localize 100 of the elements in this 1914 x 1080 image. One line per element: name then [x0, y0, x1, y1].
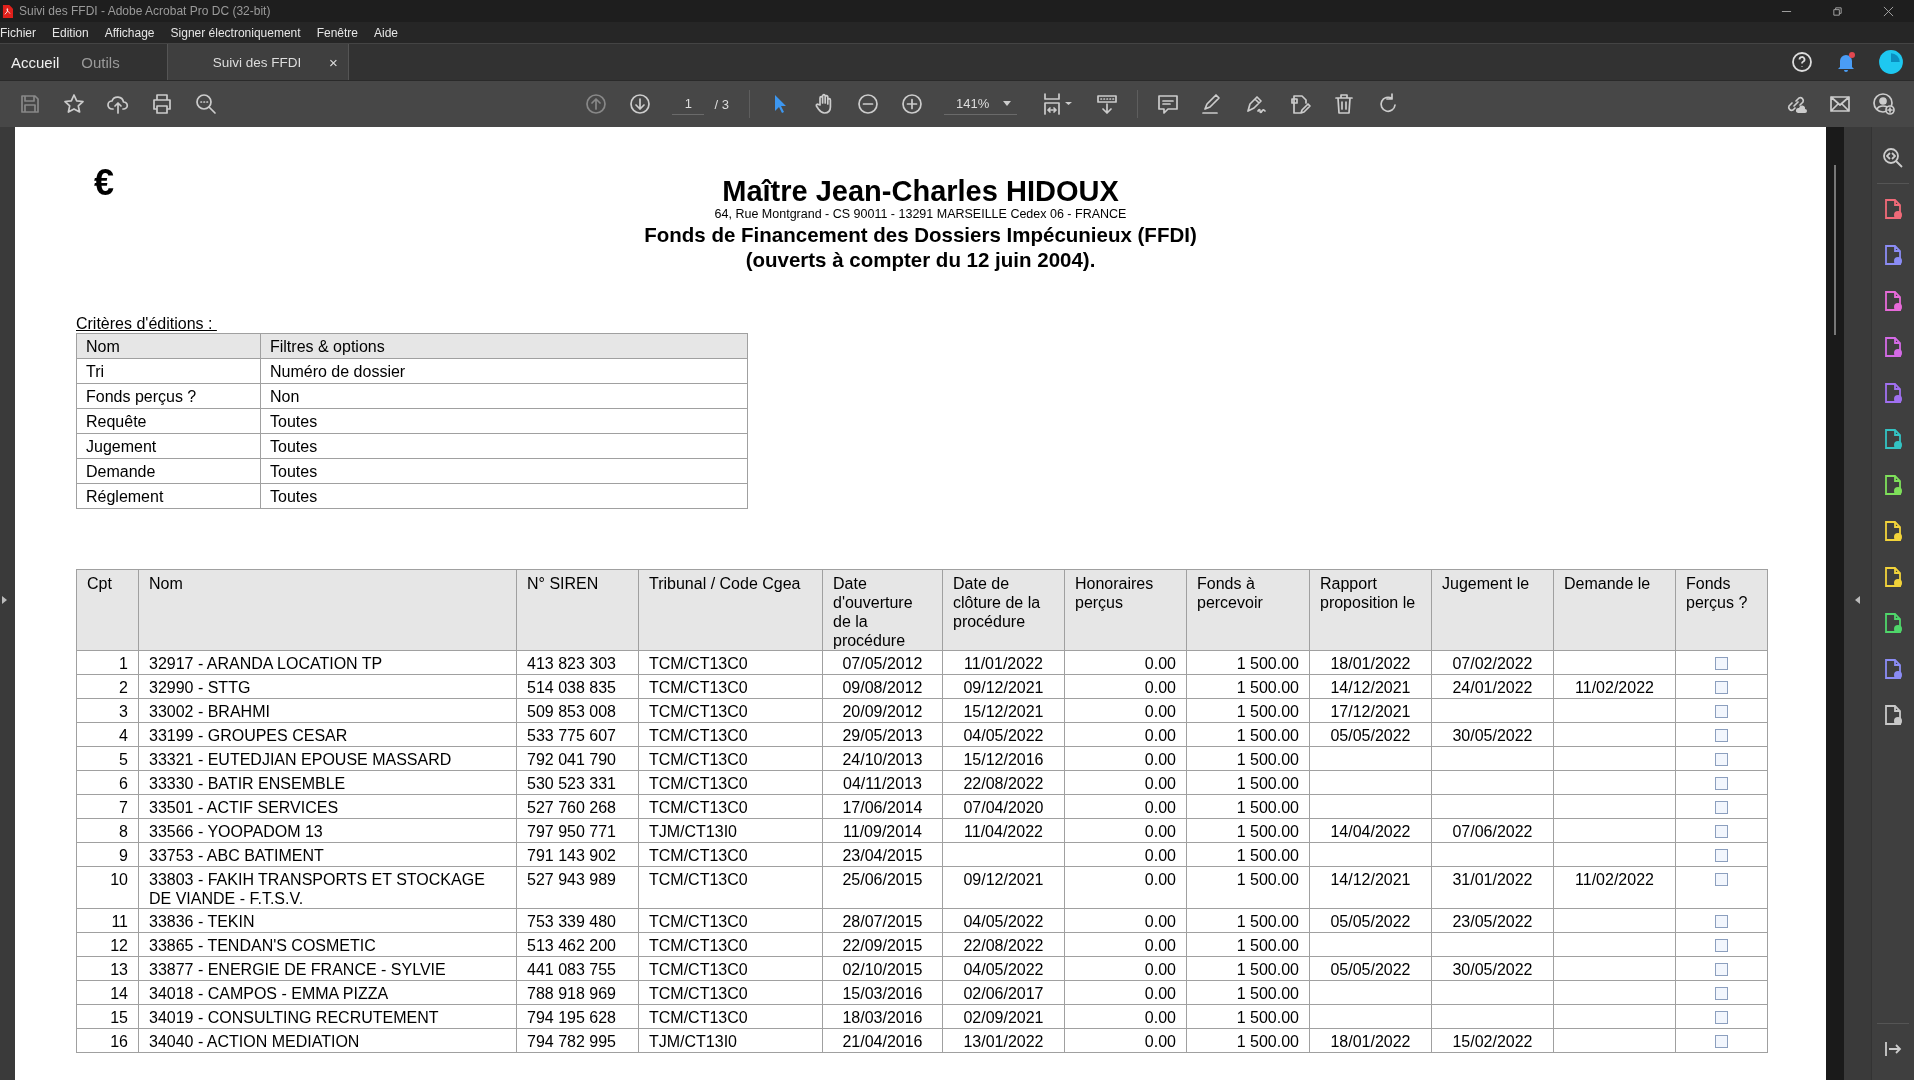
table-cell: TJM/CT13I0 [649, 823, 737, 840]
table-cell: 02/10/2015 [842, 961, 923, 978]
table-cell: Tri [76, 358, 261, 384]
criteria-heading: Critères d'éditions : [76, 314, 214, 333]
zoom-value[interactable]: 141% [955, 96, 990, 111]
search-icon[interactable] [194, 92, 218, 116]
checkbox[interactable] [1715, 704, 1728, 718]
table-cell: 0.00 [1144, 823, 1176, 840]
checkbox[interactable] [1715, 824, 1728, 838]
checkbox[interactable] [1715, 986, 1728, 1000]
print-icon[interactable] [150, 92, 174, 116]
scrollbar[interactable] [1826, 127, 1845, 1080]
table-cell: 6 [119, 775, 128, 792]
table-cell: 15 [110, 1009, 128, 1026]
table-cell: 11 [111, 913, 128, 930]
table-cell: 34040 - ACTION MEDIATION [149, 1033, 360, 1050]
nav-tab[interactable]: Accueil [0, 44, 71, 80]
table-cell: 530 523 331 [527, 775, 616, 792]
checkbox[interactable] [1715, 800, 1728, 814]
column-header: Date de clôture de la procédure [942, 569, 1065, 651]
checkbox[interactable] [1715, 938, 1728, 952]
column-header: Date d'ouverture de la procédure [822, 569, 943, 651]
expand-arrow-icon[interactable] [2, 595, 7, 604]
table-cell: 1 500.00 [1236, 775, 1299, 792]
column-header: Fonds à percevoir [1186, 569, 1310, 651]
table-cell: 33803 - FAKIH TRANSPORTS ET STOCKAGE DE VIANDE - F.T.S.V. [149, 871, 485, 907]
zoom-out-icon[interactable] [855, 92, 880, 116]
checkbox[interactable] [1715, 728, 1728, 742]
document-tab-label[interactable]: Suivi des FFDI [212, 54, 329, 70]
table-cell: TCM/CT13C0 [649, 751, 748, 768]
table-cell: TCM/CT13C0 [649, 727, 748, 744]
menu-item[interactable]: Signer électroniquement [162, 25, 309, 40]
table-cell: 13/01/2022 [963, 1033, 1044, 1050]
page-number-field[interactable]: 1 [672, 93, 705, 115]
table-cell: 25/06/2015 [842, 871, 923, 888]
checkbox[interactable] [1715, 872, 1728, 886]
zoom-tool-icon[interactable] [1881, 146, 1905, 170]
zoom-in-icon[interactable] [899, 92, 924, 116]
table-cell: 09/12/2021 [963, 679, 1044, 696]
save-icon[interactable] [18, 92, 42, 116]
menu-item[interactable]: Fichier [0, 25, 44, 40]
checkbox[interactable] [1715, 1010, 1728, 1024]
table-cell: Toutes [260, 458, 748, 484]
edit-file-icon[interactable] [1288, 92, 1313, 116]
zoom-dropdown[interactable]: 141% [943, 93, 1018, 115]
table-cell: 17/12/2021 [1330, 703, 1411, 720]
checkbox[interactable] [1715, 776, 1728, 790]
avatar-icon[interactable] [1878, 49, 1904, 75]
table-cell: 10 [110, 871, 128, 888]
page-up-icon[interactable] [584, 92, 609, 116]
tab-close-button[interactable]: × [328, 53, 338, 71]
menu-item[interactable]: Aide [366, 25, 406, 40]
checkbox[interactable] [1715, 656, 1728, 670]
help-icon[interactable] [1790, 50, 1814, 74]
table-cell: 14/12/2021 [1330, 871, 1411, 888]
table-cell: TJM/CT13I0 [649, 1033, 737, 1050]
menu-item[interactable]: Edition [44, 25, 97, 40]
table-cell: 0.00 [1144, 679, 1176, 696]
table-cell: 16 [110, 1033, 128, 1050]
table-cell: 8 [119, 823, 128, 840]
table-cell: 1 500.00 [1236, 1009, 1299, 1026]
keyboard-download-icon[interactable] [1095, 92, 1120, 116]
table-cell: 794 782 995 [527, 1033, 616, 1050]
table-cell: 22/09/2015 [842, 937, 923, 954]
table-cell: 1 500.00 [1236, 799, 1299, 816]
menu-item[interactable]: Fenêtre [308, 25, 366, 40]
user-add-icon[interactable] [1872, 92, 1896, 116]
table-cell: 15/12/2016 [963, 751, 1044, 768]
table-cell: 0.00 [1144, 775, 1176, 792]
collapse-arrow-icon[interactable] [1855, 595, 1860, 604]
restore-icon[interactable] [1832, 5, 1843, 17]
table-cell: 0.00 [1144, 961, 1176, 978]
nav-tab[interactable]: Outils [70, 44, 131, 80]
table-cell: 753 339 480 [527, 913, 616, 930]
checkbox[interactable] [1715, 848, 1728, 862]
table-cell: 30/05/2022 [1452, 727, 1533, 744]
table-cell: TCM/CT13C0 [649, 655, 748, 672]
document-tab[interactable]: Suivi des FFDI × [166, 44, 349, 80]
page-down-icon[interactable] [628, 92, 653, 116]
table-cell: 02/06/2017 [963, 985, 1044, 1002]
column-header: Nom [76, 333, 261, 359]
column-header: Nom [138, 569, 517, 651]
star-icon[interactable] [62, 92, 86, 116]
menu-item[interactable]: Affichage [96, 25, 163, 40]
checkbox[interactable] [1715, 914, 1728, 928]
table-cell: 18/03/2016 [842, 1009, 923, 1026]
table-cell: 33199 - GROUPES CESAR [149, 727, 348, 744]
checkbox[interactable] [1715, 752, 1728, 766]
checkbox[interactable] [1715, 680, 1728, 694]
table-cell: Toutes [260, 408, 748, 434]
table-cell: 413 823 303 [527, 655, 616, 672]
page-count: / 3 [714, 96, 729, 112]
close-icon[interactable] [1883, 5, 1894, 17]
table-cell: 11/02/2022 [1575, 679, 1654, 696]
table-cell: 24/10/2013 [842, 751, 923, 768]
table-cell: 30/05/2022 [1452, 961, 1533, 978]
table-cell: 1 500.00 [1236, 985, 1299, 1002]
table-cell: 1 500.00 [1236, 847, 1299, 864]
checkbox[interactable] [1715, 962, 1728, 976]
checkbox[interactable] [1715, 1034, 1728, 1048]
